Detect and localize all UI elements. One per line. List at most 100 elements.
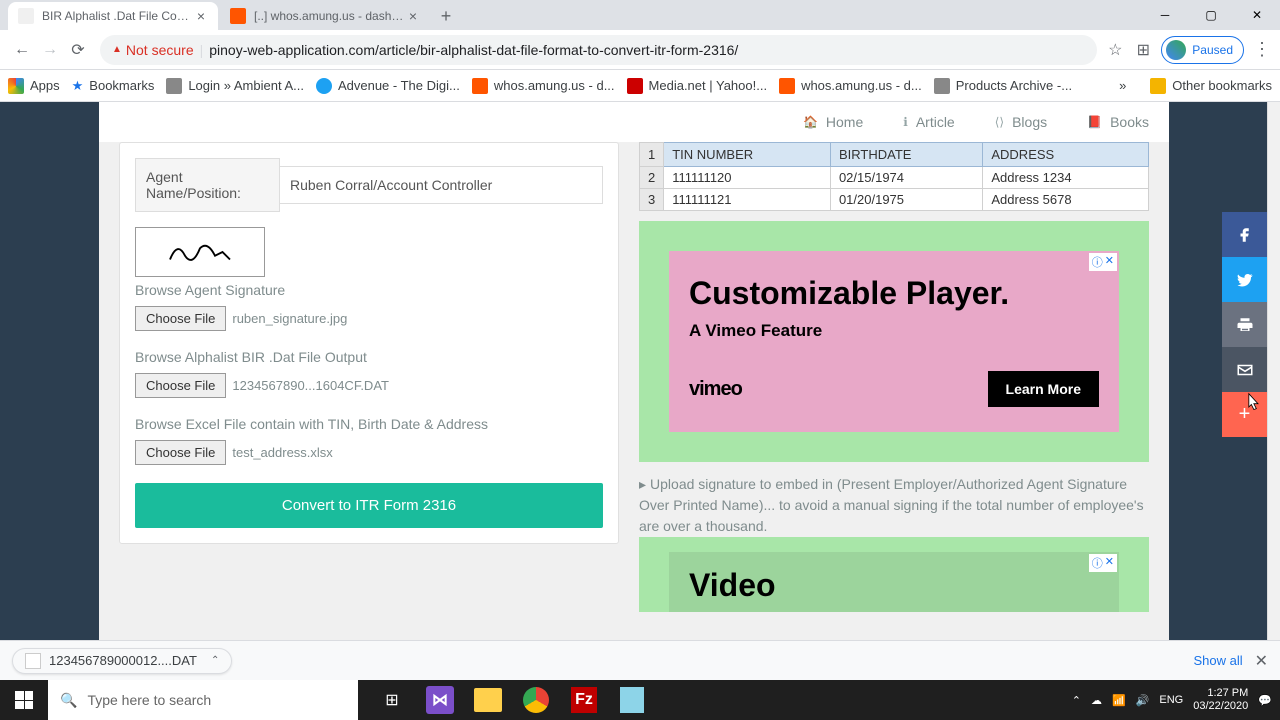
choose-signature-button[interactable]: Choose File <box>135 306 226 331</box>
chevron-up-icon[interactable]: ⌃ <box>211 655 219 666</box>
xls-label: Browse Excel File contain with TIN, Birt… <box>135 416 603 432</box>
browser-tab-2[interactable]: [..] whos.amung.us - dashboard × <box>220 2 430 30</box>
tab-title: [..] whos.amung.us - dashboard <box>254 9 406 23</box>
folder-icon <box>1150 78 1166 94</box>
start-button[interactable] <box>0 680 48 720</box>
taskbar-app-notepad[interactable] <box>608 680 656 720</box>
task-view-button[interactable]: ⊞ <box>368 680 416 720</box>
downloads-bar: 123456789000012....DAT ⌃ Show all ✕ <box>0 640 1280 680</box>
language-indicator[interactable]: ENG <box>1159 694 1183 706</box>
tab-favicon <box>230 8 246 24</box>
excel-preview-table: 1 TIN NUMBER BIRTHDATE ADDRESS 2 1111111… <box>639 142 1149 211</box>
signature-label: Browse Agent Signature <box>135 282 603 298</box>
browser-toolbar: ← → ⟳ Not secure | pinoy-web-application… <box>0 30 1280 70</box>
extension-icon[interactable]: ⊞ <box>1133 40 1153 60</box>
choose-xls-button[interactable]: Choose File <box>135 440 226 465</box>
security-indicator: Not secure <box>112 42 194 58</box>
conversion-form: Agent Name/Position: Browse Agent Signat… <box>119 142 619 544</box>
nav-books[interactable]: 📕Books <box>1087 114 1149 130</box>
reload-button[interactable]: ⟳ <box>64 36 92 64</box>
back-button[interactable]: ← <box>8 36 36 64</box>
maximize-button[interactable]: ▢ <box>1188 0 1234 30</box>
menu-icon[interactable]: ⋮ <box>1252 39 1272 60</box>
close-icon[interactable]: × <box>406 9 420 23</box>
taskbar-app-chrome[interactable] <box>512 680 560 720</box>
page-viewport: + 🏠Home ℹArticle ⟨⟩Blogs 📕Books Agent Na… <box>0 102 1280 640</box>
scrollbar[interactable] <box>1267 102 1280 640</box>
favicon-icon <box>316 78 332 94</box>
convert-button[interactable]: Convert to ITR Form 2316 <box>135 483 603 528</box>
onedrive-icon[interactable]: ☁ <box>1091 694 1102 707</box>
browser-titlebar: BIR Alphalist .Dat File Conversion × [..… <box>0 0 1280 30</box>
profile-button[interactable]: Paused <box>1161 36 1244 64</box>
bookmark-item[interactable]: Login » Ambient A... <box>166 78 304 94</box>
close-icon[interactable]: × <box>194 9 208 23</box>
close-window-button[interactable]: ✕ <box>1234 0 1280 30</box>
browser-tab-1[interactable]: BIR Alphalist .Dat File Conversion × <box>8 2 218 30</box>
sidebar-right: + <box>1169 102 1267 640</box>
notifications-icon[interactable]: 💬 <box>1258 694 1272 707</box>
signature-filename: ruben_signature.jpg <box>232 311 347 326</box>
choose-dat-button[interactable]: Choose File <box>135 373 226 398</box>
taskbar-clock[interactable]: 1:27 PM 03/22/2020 <box>1193 687 1248 713</box>
other-bookmarks[interactable]: Other bookmarks <box>1150 78 1272 94</box>
taskbar-app-vs[interactable]: ⋈ <box>416 680 464 720</box>
sidebar-left <box>0 102 99 640</box>
nav-home[interactable]: 🏠Home <box>803 114 863 130</box>
bookmark-item[interactable]: Products Archive -... <box>934 78 1072 94</box>
search-icon: 🔍 <box>60 692 77 709</box>
apps-button[interactable]: Apps <box>8 78 60 94</box>
new-tab-button[interactable]: + <box>432 2 460 30</box>
share-email-button[interactable] <box>1222 347 1267 392</box>
favicon-icon <box>779 78 795 94</box>
url-text: pinoy-web-application.com/article/bir-al… <box>209 42 738 58</box>
minimize-button[interactable]: ─ <box>1142 0 1188 30</box>
ad-slot-1: ⓘ✕ Customizable Player. A Vimeo Feature … <box>639 221 1149 462</box>
taskbar-search[interactable]: 🔍 Type here to search <box>48 680 358 720</box>
upload-note: ▸Upload signature to embed in (Present E… <box>639 474 1149 537</box>
share-facebook-button[interactable] <box>1222 212 1267 257</box>
profile-status: Paused <box>1192 43 1233 57</box>
bookmark-item[interactable]: whos.amung.us - d... <box>779 78 922 94</box>
bookmark-item[interactable]: Media.net | Yahoo!... <box>627 78 768 94</box>
row-number: 1 <box>640 143 664 167</box>
file-icon <box>25 653 41 669</box>
avatar <box>1166 40 1186 60</box>
nav-blogs[interactable]: ⟨⟩Blogs <box>995 114 1047 130</box>
bookmark-item[interactable]: Advenue - The Digi... <box>316 78 460 94</box>
tab-favicon <box>18 8 34 24</box>
system-tray[interactable]: ⌃ ☁ 📶 🔊 ENG 1:27 PM 03/22/2020 💬 <box>1072 687 1280 713</box>
agent-name-input[interactable] <box>280 166 603 204</box>
bookmark-item[interactable]: whos.amung.us - d... <box>472 78 615 94</box>
share-twitter-button[interactable] <box>1222 257 1267 302</box>
volume-icon[interactable]: 🔊 <box>1136 694 1150 707</box>
cursor-pointer-icon <box>1244 392 1262 412</box>
favicon-icon <box>627 78 643 94</box>
share-print-button[interactable] <box>1222 302 1267 347</box>
bookmarks-folder[interactable]: ★ Bookmarks <box>72 78 155 94</box>
ad-close-icon[interactable]: ⓘ✕ <box>1089 253 1117 271</box>
ad-close-icon[interactable]: ⓘ✕ <box>1089 554 1117 572</box>
taskbar-app-filezilla[interactable]: Fz <box>560 680 608 720</box>
download-item[interactable]: 123456789000012....DAT ⌃ <box>12 648 232 674</box>
forward-button[interactable]: → <box>36 36 64 64</box>
apps-icon <box>8 78 24 94</box>
book-icon: 📕 <box>1087 115 1102 129</box>
network-icon[interactable]: 📶 <box>1112 694 1126 707</box>
bookmark-star-icon[interactable]: ☆ <box>1105 40 1125 60</box>
favicon-icon <box>934 78 950 94</box>
favicon-icon <box>472 78 488 94</box>
ad-cta-button[interactable]: Learn More <box>988 371 1099 407</box>
address-bar[interactable]: Not secure | pinoy-web-application.com/a… <box>100 35 1097 65</box>
show-all-downloads[interactable]: Show all <box>1193 653 1242 668</box>
caret-icon: ▸ <box>639 476 646 492</box>
ad-slot-2: ⓘ✕ Video <box>639 537 1149 612</box>
site-top-nav: 🏠Home ℹArticle ⟨⟩Blogs 📕Books <box>99 102 1169 142</box>
bookmarks-bar: Apps ★ Bookmarks Login » Ambient A... Ad… <box>0 70 1280 102</box>
taskbar-app-explorer[interactable] <box>464 680 512 720</box>
close-icon[interactable]: ✕ <box>1255 651 1268 671</box>
chevron-icon[interactable]: » <box>1119 78 1126 93</box>
tray-chevron-icon[interactable]: ⌃ <box>1072 694 1081 707</box>
nav-article[interactable]: ℹArticle <box>903 114 954 130</box>
table-row: 3 111111121 01/20/1975 Address 5678 <box>640 189 1149 211</box>
